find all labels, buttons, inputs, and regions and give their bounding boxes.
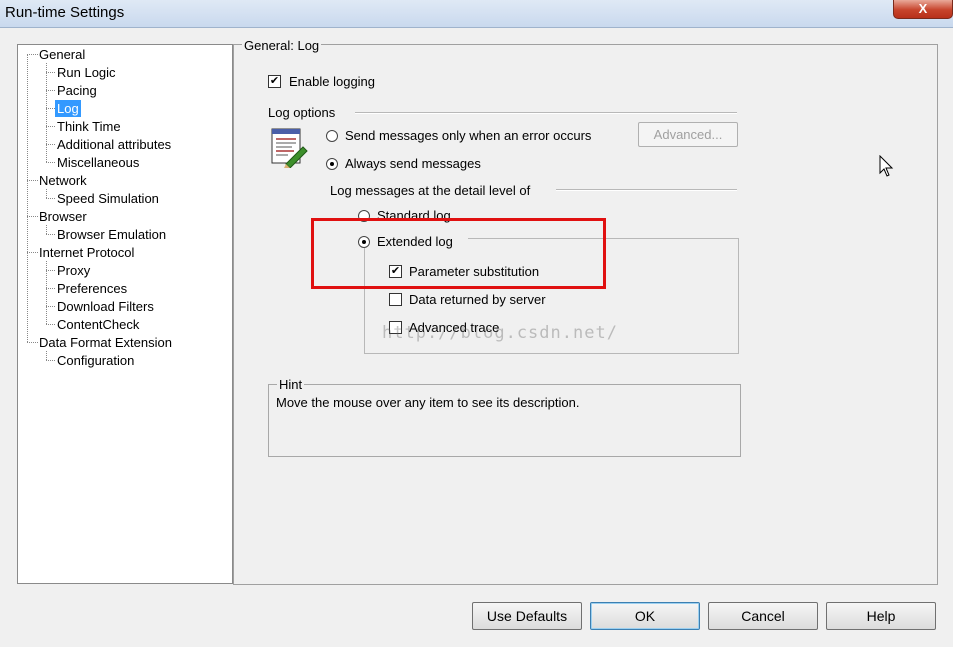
tree-item-miscellaneous[interactable]: Miscellaneous: [55, 154, 141, 171]
close-button[interactable]: X: [893, 0, 953, 19]
data-returned-label: Data returned by server: [409, 292, 546, 307]
tree-item-general[interactable]: General: [37, 46, 87, 63]
tree-item-pacing[interactable]: Pacing: [55, 82, 99, 99]
enable-logging-label: Enable logging: [289, 74, 376, 89]
tree-item-proxy[interactable]: Proxy: [55, 262, 92, 279]
use-defaults-button[interactable]: Use Defaults: [472, 602, 582, 630]
close-icon: X: [918, 1, 928, 16]
enable-logging-checkbox[interactable]: ✔: [268, 75, 281, 88]
settings-tree: General Run Logic Pacing Log Think Time …: [17, 44, 233, 584]
tree-item-browser-emulation[interactable]: Browser Emulation: [55, 226, 168, 243]
tree-item-log[interactable]: Log: [55, 100, 81, 117]
tree-item-preferences[interactable]: Preferences: [55, 280, 129, 297]
tree-item-run-logic[interactable]: Run Logic: [55, 64, 118, 81]
mouse-cursor-icon: [879, 154, 895, 179]
advanced-button[interactable]: Advanced...: [638, 122, 738, 147]
title-bar: [0, 0, 953, 28]
watermark: http://blog.csdn.net/: [382, 323, 618, 343]
tree-item-configuration[interactable]: Configuration: [55, 352, 136, 369]
send-on-error-radio[interactable]: [326, 130, 338, 142]
tree-item-contentcheck[interactable]: ContentCheck: [55, 316, 141, 333]
tree-item-additional-attributes[interactable]: Additional attributes: [55, 136, 173, 153]
panel-title: General: Log: [242, 38, 322, 53]
tree-item-think-time[interactable]: Think Time: [55, 118, 123, 135]
log-options-label: Log options: [268, 105, 336, 120]
send-on-error-label: Send messages only when an error occurs: [345, 128, 592, 143]
hint-title: Hint: [277, 377, 305, 392]
tree-item-speed-simulation[interactable]: Speed Simulation: [55, 190, 161, 207]
tree-item-browser[interactable]: Browser: [37, 208, 89, 225]
tree-item-download-filters[interactable]: Download Filters: [55, 298, 156, 315]
detail-level-label: Log messages at the detail level of: [330, 183, 531, 198]
always-send-radio[interactable]: [326, 158, 338, 170]
log-options-divider: [355, 112, 737, 114]
tree-item-internet-protocol[interactable]: Internet Protocol: [37, 244, 136, 261]
hint-text: Move the mouse over any item to see its …: [276, 395, 580, 410]
cancel-button[interactable]: Cancel: [708, 602, 818, 630]
log-document-icon: [270, 128, 308, 169]
ok-button[interactable]: OK: [590, 602, 700, 630]
always-send-label: Always send messages: [345, 156, 481, 171]
tree-item-data-format-extension[interactable]: Data Format Extension: [37, 334, 174, 351]
window-title: Run-time Settings: [5, 4, 125, 21]
help-button[interactable]: Help: [826, 602, 936, 630]
detail-level-divider: [556, 189, 737, 191]
highlight-annotation: [311, 218, 606, 289]
tree-item-network[interactable]: Network: [37, 172, 89, 189]
checkmark-icon: ✔: [269, 75, 280, 87]
data-returned-checkbox[interactable]: [389, 293, 402, 306]
